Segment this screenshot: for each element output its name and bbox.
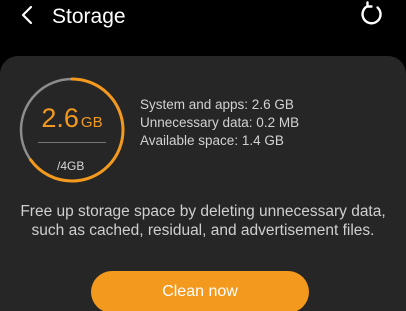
storage-usage-ring: 2.6 GB /4GB: [18, 76, 126, 184]
stat-system-apps: System and apps: 2.6 GB: [140, 97, 294, 112]
stat-unnecessary-data: Unnecessary data: 0.2 MB: [140, 115, 300, 130]
refresh-icon: [358, 0, 384, 32]
chevron-left-icon: [20, 5, 34, 30]
page-title: Storage: [52, 5, 126, 28]
stat-available-space: Available space: 1.4 GB: [140, 133, 284, 148]
storage-screen: Storage 2.6GB /4GB System and apps: 2.6: [0, 0, 406, 311]
used-storage-unit: GB: [80, 114, 103, 131]
back-button[interactable]: [14, 4, 40, 30]
ring-divider: [38, 142, 106, 143]
refresh-button[interactable]: [356, 0, 386, 32]
used-storage-value: 2.6 GB: [18, 103, 126, 134]
app-bar: Storage: [0, 0, 406, 36]
storage-stats: System and apps: 2.6 GB Unnecessary data…: [140, 96, 390, 150]
total-storage-value: /4GB: [57, 159, 85, 173]
storage-card: 2.6 GB /4GB System and apps: 2.6 GB Unnec…: [0, 56, 406, 311]
clean-now-button[interactable]: Clean now: [91, 271, 309, 311]
used-storage-number: 2.6: [41, 103, 79, 133]
storage-description: Free up storage space by deleting unnece…: [20, 203, 386, 239]
